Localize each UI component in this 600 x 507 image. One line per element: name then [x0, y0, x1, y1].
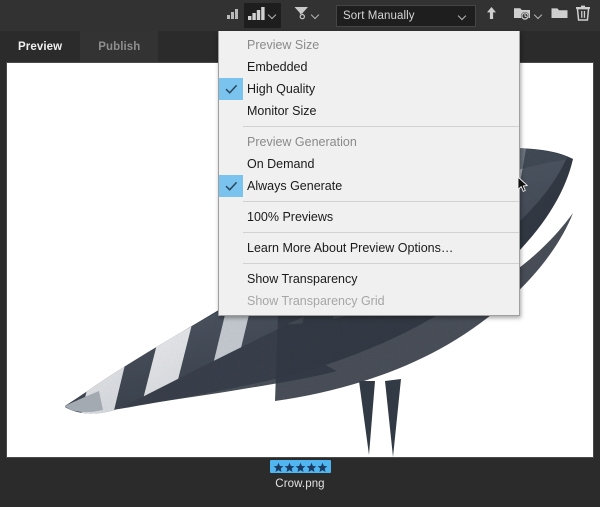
menu-item-on-demand[interactable]: On Demand	[219, 153, 519, 175]
menu-section-header-label: Preview Generation	[247, 135, 357, 149]
filter-button[interactable]	[290, 3, 324, 28]
star-icon[interactable]	[295, 461, 306, 472]
delete-button[interactable]	[572, 3, 594, 28]
thumbnail-metadata: Crow.png	[0, 460, 600, 490]
chevron-down-icon	[312, 11, 321, 20]
recent-folders-button[interactable]	[510, 3, 547, 28]
menu-section-header-preview-generation: Preview Generation	[219, 131, 519, 153]
menu-item-always-generate[interactable]: Always Generate	[219, 175, 519, 197]
menu-separator	[243, 201, 519, 202]
menu-separator	[243, 126, 519, 127]
checkmark-icon	[225, 84, 237, 94]
preview-options-menu[interactable]: Preview Size Embedded High Quality Monit…	[218, 31, 520, 316]
sort-direction-button[interactable]	[482, 3, 501, 28]
check-slot	[219, 78, 243, 100]
menu-item-label: High Quality	[247, 82, 316, 96]
menu-item-100-percent-previews[interactable]: 100% Previews	[219, 206, 519, 228]
checkmark-icon	[225, 181, 237, 191]
thumbnail-size-small-icon	[226, 6, 241, 25]
menu-item-label: Show Transparency	[247, 272, 358, 286]
thumbnail-size-large-icon	[247, 5, 267, 26]
menu-section-header-preview-size: Preview Size	[219, 34, 519, 56]
menu-item-label: Monitor Size	[247, 104, 317, 118]
tab-publish[interactable]: Publish	[80, 31, 159, 62]
chevron-down-icon	[459, 12, 468, 21]
recent-folder-icon	[513, 5, 533, 26]
star-icon[interactable]	[273, 461, 284, 472]
new-folder-button[interactable]	[547, 3, 572, 28]
menu-item-label: Embedded	[247, 60, 308, 74]
arrow-up-icon	[485, 5, 498, 26]
menu-item-show-transparency[interactable]: Show Transparency	[219, 268, 519, 290]
check-slot	[219, 56, 243, 78]
star-icon[interactable]	[306, 461, 317, 472]
trash-icon	[575, 5, 591, 27]
chevron-down-icon	[269, 11, 278, 20]
menu-item-learn-more[interactable]: Learn More About Preview Options…	[219, 237, 519, 259]
thumbnail-size-large-button[interactable]	[244, 3, 281, 28]
check-slot	[219, 237, 243, 259]
menu-item-label: Always Generate	[247, 179, 343, 193]
check-slot	[219, 100, 243, 122]
folder-icon	[550, 5, 569, 26]
menu-item-show-transparency-grid: Show Transparency Grid	[219, 290, 519, 312]
check-slot	[219, 206, 243, 228]
filter-funnel-icon	[293, 5, 310, 26]
check-slot	[219, 175, 243, 197]
check-slot	[219, 268, 243, 290]
thumbnail-filename: Crow.png	[275, 478, 325, 490]
chevron-down-icon	[535, 11, 544, 20]
tab-preview-label: Preview	[18, 40, 63, 53]
menu-separator	[243, 232, 519, 233]
check-slot	[219, 153, 243, 175]
menu-item-label: On Demand	[247, 157, 315, 171]
star-icon[interactable]	[284, 461, 295, 472]
menu-item-label: 100% Previews	[247, 210, 334, 224]
application-window: Sort Manually Preview Publish Crow.png P…	[0, 0, 600, 507]
tab-preview[interactable]: Preview	[0, 31, 81, 62]
menu-item-embedded[interactable]: Embedded	[219, 56, 519, 78]
sort-order-select[interactable]: Sort Manually	[336, 4, 476, 27]
toolbar: Sort Manually	[0, 0, 600, 31]
sort-order-value: Sort Manually	[343, 9, 415, 22]
menu-separator	[243, 263, 519, 264]
check-slot	[219, 290, 243, 312]
menu-item-label: Show Transparency Grid	[247, 294, 385, 308]
star-icon[interactable]	[317, 461, 328, 472]
menu-section-header-label: Preview Size	[247, 38, 320, 52]
rating-stars[interactable]	[269, 460, 331, 473]
thumbnail-size-small-button[interactable]	[223, 3, 244, 28]
menu-item-high-quality[interactable]: High Quality	[219, 78, 519, 100]
menu-item-label: Learn More About Preview Options…	[247, 241, 454, 255]
tab-publish-label: Publish	[98, 40, 141, 53]
menu-item-monitor-size[interactable]: Monitor Size	[219, 100, 519, 122]
